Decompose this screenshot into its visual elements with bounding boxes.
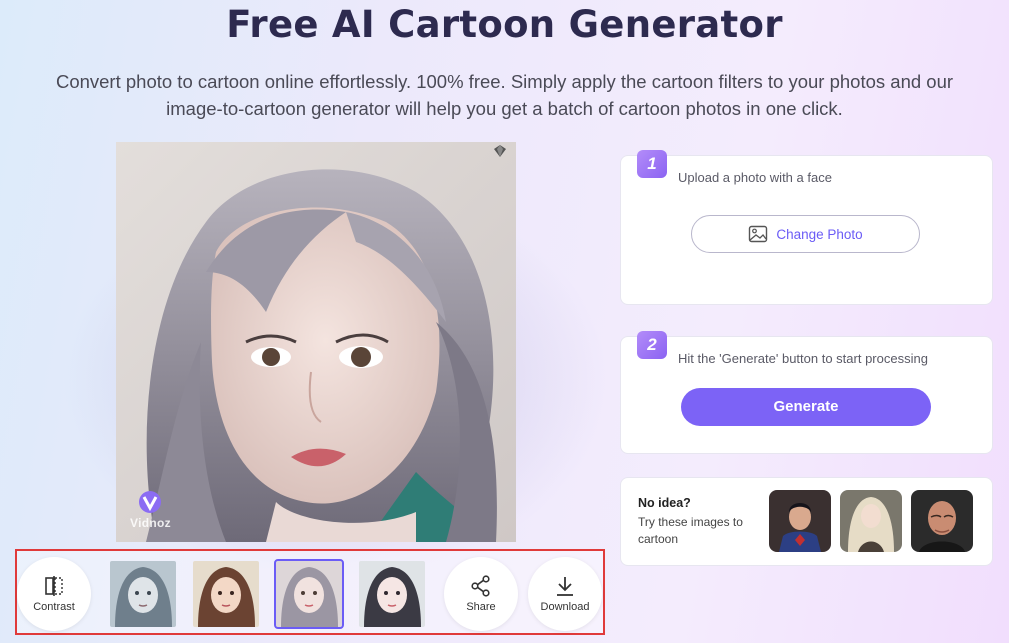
style-thumbnail-4[interactable]	[359, 561, 425, 627]
share-label: Share	[466, 601, 496, 613]
style-thumbnail-3-selected[interactable]	[274, 559, 344, 629]
share-button[interactable]: Share	[444, 557, 518, 631]
subtitle-line-2: image-to-cartoon generator will help you…	[166, 98, 843, 119]
step-1-badge: 1	[637, 150, 667, 178]
contrast-label: Contrast	[33, 601, 75, 613]
download-icon	[557, 577, 573, 596]
download-button[interactable]: Download	[528, 557, 602, 631]
watermark-text: Vidnoz	[130, 516, 171, 530]
premium-badge-icon	[494, 145, 506, 157]
change-photo-label: Change Photo	[776, 226, 863, 242]
step-2-text: Hit the 'Generate' button to start proce…	[678, 351, 928, 366]
share-icon	[471, 575, 490, 597]
page-title: Free AI Cartoon Generator	[226, 3, 783, 46]
page-subtitle: Convert photo to cartoon online effortle…	[10, 68, 999, 122]
sample-image-1[interactable]	[769, 490, 831, 552]
change-photo-button[interactable]: Change Photo	[691, 215, 920, 253]
download-label: Download	[540, 601, 590, 613]
sample-image-3[interactable]	[911, 490, 973, 552]
no-idea-text: Try these images to cartoon	[638, 515, 743, 546]
style-thumbnail-1[interactable]	[110, 561, 176, 627]
contrast-icon	[45, 576, 63, 596]
cartoon-preview-image	[116, 142, 516, 542]
generate-button[interactable]: Generate	[681, 388, 931, 426]
subtitle-line-1: Convert photo to cartoon online effortle…	[55, 71, 954, 92]
image-icon	[749, 225, 768, 243]
no-idea-title: No idea?	[638, 496, 691, 510]
style-thumbnail-2[interactable]	[193, 561, 259, 627]
contrast-button[interactable]: Contrast	[17, 557, 91, 631]
vidnoz-logo-icon	[139, 491, 161, 513]
sample-image-2[interactable]	[840, 490, 902, 552]
step-2-badge: 2	[637, 331, 667, 359]
step-1-text: Upload a photo with a face	[678, 170, 832, 185]
